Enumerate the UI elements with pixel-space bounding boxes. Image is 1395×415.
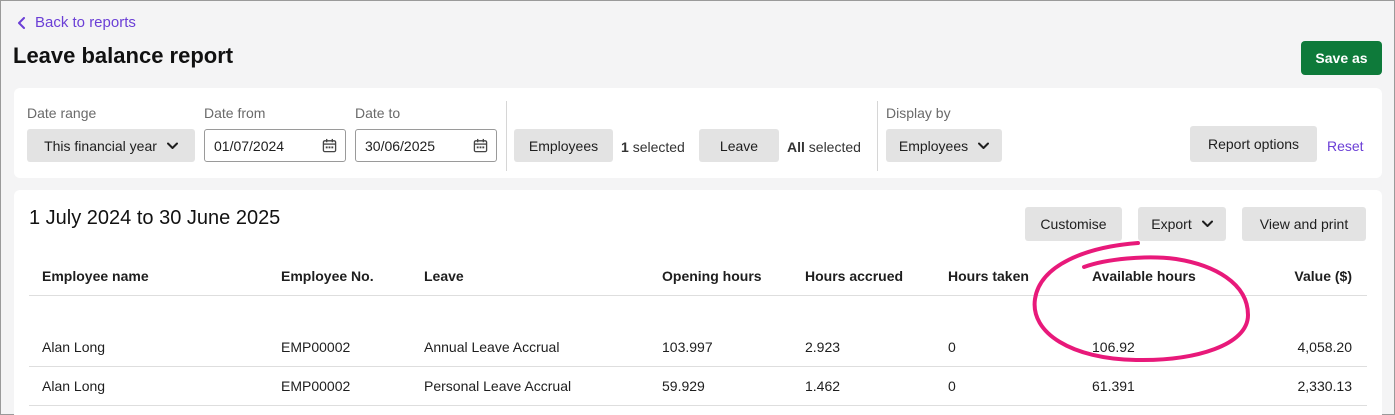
back-to-reports-link[interactable]: Back to reports bbox=[17, 14, 136, 31]
col-employee-name[interactable]: Employee name bbox=[42, 268, 149, 284]
save-as-button[interactable]: Save as bbox=[1301, 41, 1382, 75]
cell-hours-accrued: 1.462 bbox=[805, 378, 841, 394]
date-range-value: This financial year bbox=[44, 137, 157, 154]
leave-selected-suffix: selected bbox=[808, 139, 861, 155]
report-options-button[interactable]: Report options bbox=[1190, 126, 1317, 162]
date-to-field[interactable]: 30/06/2025 bbox=[355, 129, 497, 162]
col-leave[interactable]: Leave bbox=[424, 268, 464, 284]
back-link-label: Back to reports bbox=[35, 14, 136, 31]
view-and-print-button[interactable]: View and print bbox=[1242, 207, 1366, 241]
cell-opening-hours: 59.929 bbox=[662, 378, 705, 394]
col-hours-taken[interactable]: Hours taken bbox=[948, 268, 1029, 284]
cell-value: 4,058.20 bbox=[1297, 339, 1353, 355]
row-divider bbox=[29, 405, 1367, 406]
filter-divider bbox=[506, 101, 507, 171]
leave-selected-text: All selected bbox=[787, 139, 861, 155]
display-by-label: Display by bbox=[886, 105, 951, 121]
cell-hours-taken: 0 bbox=[948, 378, 956, 394]
display-by-value: Employees bbox=[898, 137, 969, 154]
col-value[interactable]: Value ($) bbox=[1294, 268, 1352, 284]
highlight-circle-annotation bbox=[1032, 241, 1250, 363]
date-range-select[interactable]: This financial year bbox=[27, 129, 195, 162]
cell-employee-no: EMP00002 bbox=[281, 378, 351, 394]
date-range-label: Date range bbox=[27, 105, 97, 121]
employees-selected-text: 1 selected bbox=[621, 139, 685, 155]
customise-button[interactable]: Customise bbox=[1025, 207, 1122, 241]
cell-opening-hours: 103.997 bbox=[662, 339, 713, 355]
export-button[interactable]: Export bbox=[1138, 207, 1226, 241]
date-to-value: 30/06/2025 bbox=[365, 137, 436, 154]
calendar-icon[interactable] bbox=[473, 138, 488, 153]
filter-divider bbox=[877, 101, 878, 171]
chevron-down-icon bbox=[978, 142, 990, 149]
calendar-icon[interactable] bbox=[322, 138, 337, 153]
employees-selected-count: 1 bbox=[621, 139, 629, 155]
cell-hours-accrued: 2.923 bbox=[805, 339, 841, 355]
cell-available-hours: 61.391 bbox=[1092, 378, 1135, 394]
col-hours-accrued[interactable]: Hours accrued bbox=[805, 268, 903, 284]
report-period-heading: 1 July 2024 to 30 June 2025 bbox=[29, 207, 281, 229]
display-by-select[interactable]: Employees bbox=[886, 129, 1002, 162]
date-to-label: Date to bbox=[355, 105, 401, 121]
leave-selected-count: All bbox=[787, 139, 805, 155]
col-employee-no[interactable]: Employee No. bbox=[281, 268, 374, 284]
cell-leave: Annual Leave Accrual bbox=[424, 339, 560, 355]
chevron-left-icon bbox=[18, 16, 25, 29]
employees-selected-suffix: selected bbox=[632, 139, 685, 155]
cell-value: 2,330.13 bbox=[1297, 378, 1353, 394]
cell-employee-no: EMP00002 bbox=[281, 339, 351, 355]
cell-leave: Personal Leave Accrual bbox=[424, 378, 572, 394]
reset-link[interactable]: Reset bbox=[1327, 138, 1364, 154]
chevron-down-icon bbox=[1201, 220, 1213, 227]
page-title: Leave balance report bbox=[13, 43, 234, 68]
cell-employee-name: Alan Long bbox=[42, 378, 106, 394]
export-label: Export bbox=[1151, 216, 1192, 232]
date-from-field[interactable]: 01/07/2024 bbox=[204, 129, 346, 162]
col-opening-hours[interactable]: Opening hours bbox=[662, 268, 762, 284]
leave-filter-button[interactable]: Leave bbox=[699, 129, 779, 162]
date-from-value: 01/07/2024 bbox=[214, 137, 285, 154]
chevron-down-icon bbox=[166, 142, 178, 149]
employees-filter-button[interactable]: Employees bbox=[514, 129, 613, 162]
cell-employee-name: Alan Long bbox=[42, 339, 106, 355]
date-from-label: Date from bbox=[204, 105, 266, 121]
cell-hours-taken: 0 bbox=[948, 339, 956, 355]
